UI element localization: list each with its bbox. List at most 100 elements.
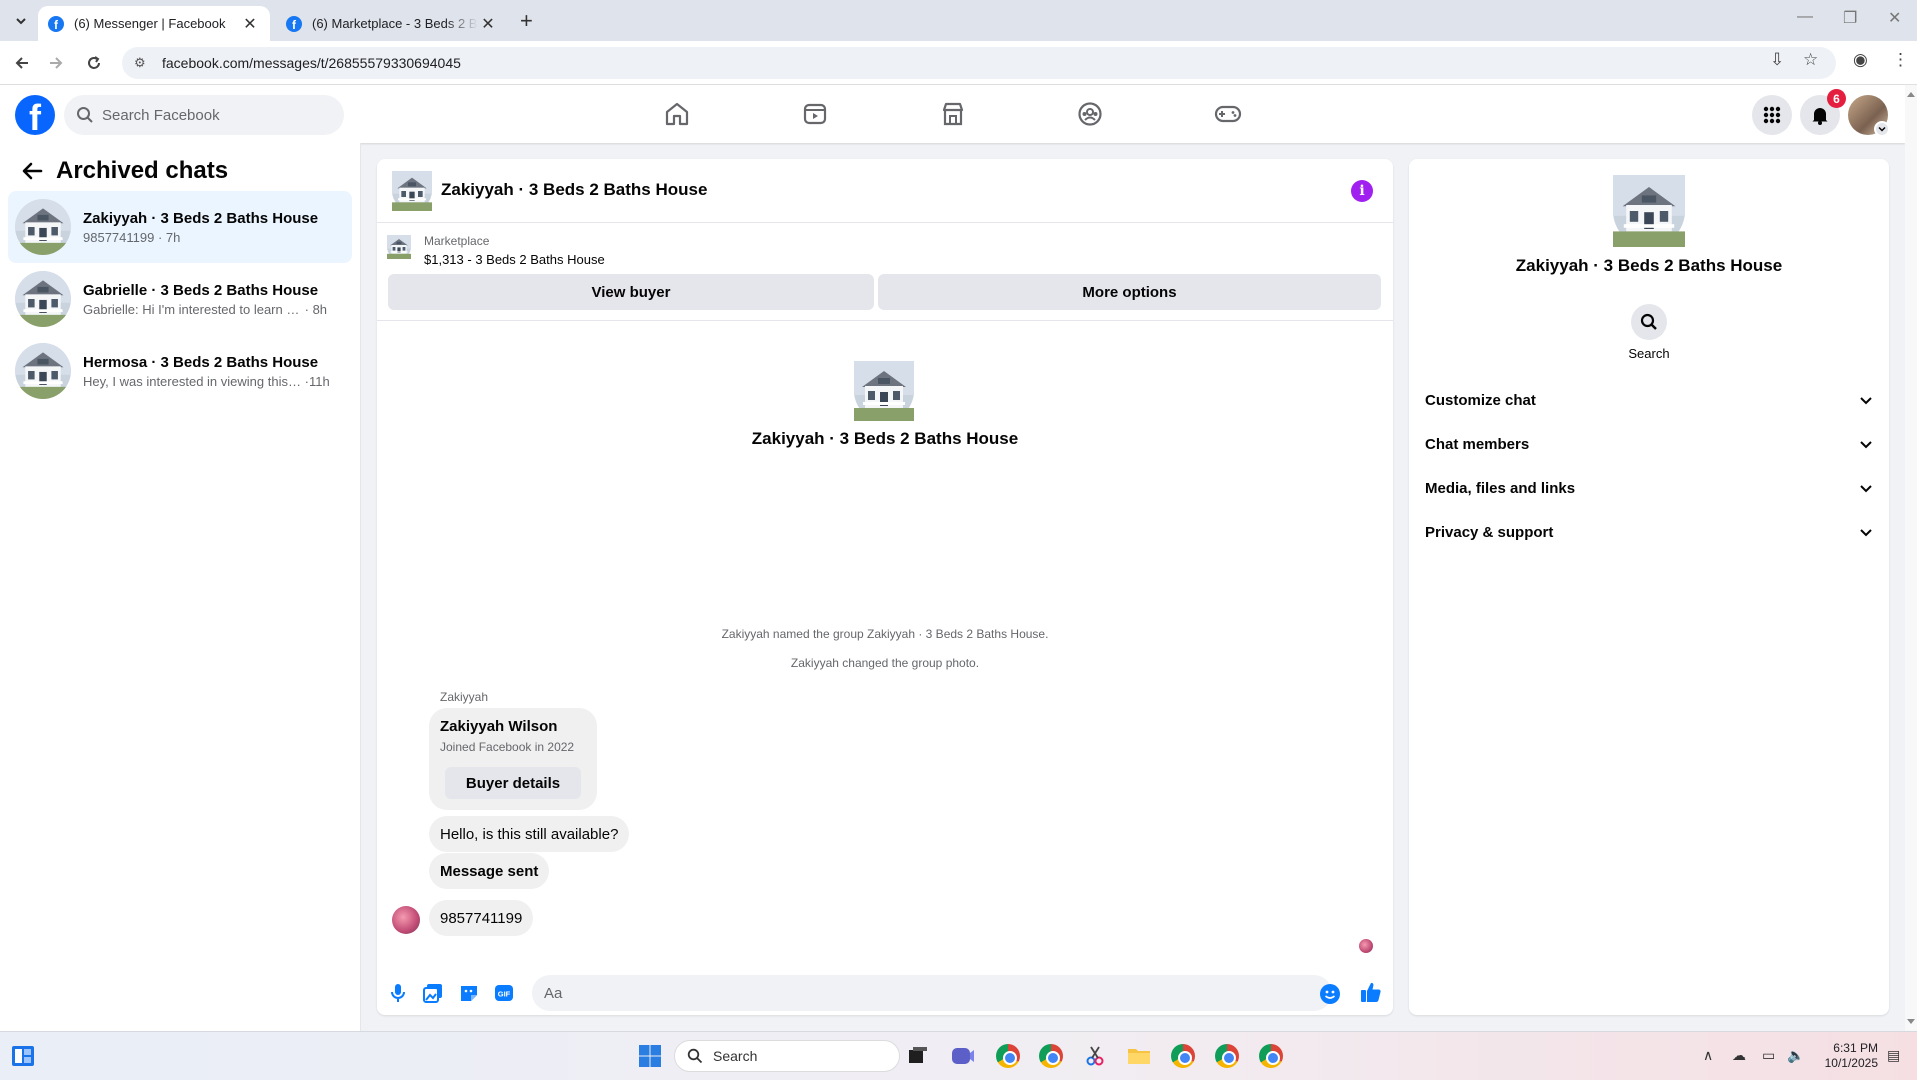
- file-explorer-button[interactable]: [1124, 1041, 1154, 1071]
- chrome-taskbar-4[interactable]: [1212, 1041, 1242, 1071]
- sticker-button[interactable]: [458, 982, 480, 1004]
- facebook-logo[interactable]: f: [15, 95, 55, 135]
- section-privacy-support[interactable]: Privacy & support: [1425, 514, 1873, 550]
- taskbar-search[interactable]: Search: [674, 1040, 900, 1072]
- svg-text:GIF: GIF: [498, 990, 511, 999]
- back-arrow-icon[interactable]: [20, 159, 44, 183]
- chrome-icon: [1039, 1044, 1063, 1068]
- nav-video[interactable]: [795, 94, 835, 134]
- section-customize-chat[interactable]: Customize chat: [1425, 382, 1873, 418]
- widgets-button[interactable]: [8, 1041, 38, 1071]
- message-input-wrapper[interactable]: [532, 975, 1332, 1011]
- sender-avatar[interactable]: [392, 906, 420, 934]
- menu-button[interactable]: [1752, 95, 1792, 135]
- install-app-icon[interactable]: ⇩: [1770, 50, 1784, 70]
- chrome-taskbar-5[interactable]: [1256, 1041, 1286, 1071]
- chrome-taskbar-1[interactable]: [993, 1041, 1023, 1071]
- group-photo-avatar[interactable]: [392, 171, 432, 211]
- chevron-down-icon: [1860, 529, 1872, 537]
- browser-menu-icon[interactable]: ⋮: [1892, 50, 1909, 70]
- buyer-name: Zakiyyah Wilson: [440, 718, 558, 735]
- chevron-down-icon: [1860, 397, 1872, 405]
- chrome-icon: [996, 1044, 1020, 1068]
- chat-item-gabrielle[interactable]: Gabrielle · 3 Beds 2 Baths House Gabriel…: [8, 263, 352, 335]
- browser-tab-messenger[interactable]: f (6) Messenger | Facebook ✕: [38, 6, 270, 41]
- conversation-intro-name: Zakiyyah · 3 Beds 2 Baths House: [751, 429, 1019, 448]
- profile-icon[interactable]: ◉: [1853, 50, 1868, 70]
- scroll-down-icon[interactable]: [1905, 1017, 1917, 1027]
- account-caret[interactable]: [1874, 121, 1890, 137]
- new-tab-button[interactable]: +: [520, 8, 533, 34]
- buyer-details-button[interactable]: Buyer details: [445, 767, 581, 799]
- notification-center-icon[interactable]: ▤: [1887, 1047, 1900, 1064]
- conversation-header: Zakiyyah · 3 Beds 2 Baths House i: [377, 159, 1393, 223]
- page-scrollbar[interactable]: [1905, 85, 1917, 1031]
- minimize-button[interactable]: —: [1797, 8, 1813, 26]
- message-bubble[interactable]: Hello, is this still available?: [429, 816, 630, 852]
- grid-menu-icon: [1763, 106, 1781, 124]
- bookmark-star-icon[interactable]: ☆: [1803, 50, 1818, 70]
- url-bar[interactable]: ⚙ facebook.com/messages/t/26855579330694…: [122, 47, 1836, 79]
- facebook-search-input[interactable]: [102, 106, 322, 124]
- message-bubble[interactable]: 9857741199: [429, 900, 534, 936]
- emoji-icon[interactable]: [1320, 984, 1340, 1004]
- notification-badge: 6: [1827, 89, 1846, 108]
- more-options-button[interactable]: More options: [878, 274, 1381, 310]
- site-info-icon[interactable]: ⚙: [134, 55, 150, 71]
- restore-button[interactable]: ❐: [1843, 8, 1857, 28]
- nav-home[interactable]: [657, 94, 697, 134]
- section-media-files-links[interactable]: Media, files and links: [1425, 470, 1873, 506]
- video-icon: [803, 103, 827, 125]
- chrome-taskbar-2[interactable]: [1036, 1041, 1066, 1071]
- listing-thumbnail[interactable]: [387, 235, 411, 259]
- listing-title[interactable]: $1,313 - 3 Beds 2 Baths House: [424, 252, 605, 267]
- close-tab-icon[interactable]: ✕: [478, 14, 498, 34]
- facebook-search-box[interactable]: [64, 95, 344, 135]
- task-view-button[interactable]: [903, 1041, 933, 1071]
- sticker-icon: [461, 986, 477, 1001]
- info-icon[interactable]: i: [1351, 180, 1373, 202]
- forward-button[interactable]: [44, 51, 68, 75]
- tray-overflow-icon[interactable]: ∧: [1703, 1047, 1713, 1064]
- onedrive-icon[interactable]: ☁: [1732, 1047, 1746, 1064]
- network-icon[interactable]: ▭: [1762, 1047, 1775, 1064]
- volume-icon[interactable]: 🔈: [1787, 1047, 1804, 1064]
- voice-clip-button[interactable]: [387, 982, 409, 1004]
- conversation-title[interactable]: Zakiyyah · 3 Beds 2 Baths House: [441, 180, 707, 200]
- reload-button[interactable]: [82, 51, 106, 75]
- tab-search-button[interactable]: [10, 10, 32, 32]
- attach-media-button[interactable]: [422, 982, 444, 1004]
- message-input[interactable]: [544, 984, 1284, 1002]
- snipping-tool-button[interactable]: [1080, 1041, 1110, 1071]
- message-bubble[interactable]: Message sent: [429, 853, 550, 889]
- photo-icon: [423, 984, 442, 1003]
- address-bar-row: ⚙ facebook.com/messages/t/26855579330694…: [0, 41, 1917, 85]
- browser-tab-marketplace[interactable]: f (6) Marketplace - 3 Beds 2 Bath ✕: [276, 6, 508, 41]
- view-buyer-button[interactable]: View buyer: [388, 274, 874, 310]
- gif-icon: GIF: [495, 985, 513, 1001]
- search-icon: [687, 1048, 703, 1064]
- chat-item-zakiyyah[interactable]: Zakiyyah · 3 Beds 2 Baths House 98577411…: [8, 191, 352, 263]
- section-label: Chat members: [1425, 435, 1530, 453]
- search-in-conversation-button[interactable]: [1631, 304, 1667, 340]
- chat-time: 11h: [308, 373, 330, 389]
- teams-button[interactable]: [948, 1041, 978, 1071]
- back-button[interactable]: [10, 51, 34, 75]
- marketplace-label: Marketplace: [424, 234, 490, 248]
- section-label: Privacy & support: [1425, 523, 1554, 541]
- taskbar-search-label: Search: [713, 1048, 758, 1064]
- start-button[interactable]: [635, 1041, 665, 1071]
- clock[interactable]: 6:31 PM 10/1/2025: [1818, 1041, 1878, 1071]
- chat-item-hermosa[interactable]: Hermosa · 3 Beds 2 Baths House Hey, I wa…: [8, 335, 352, 407]
- nav-groups[interactable]: [1070, 94, 1110, 134]
- gif-button[interactable]: GIF: [493, 982, 515, 1004]
- nav-marketplace[interactable]: [933, 94, 973, 134]
- section-label: Customize chat: [1425, 391, 1536, 409]
- nav-gaming[interactable]: [1208, 94, 1248, 134]
- scroll-up-icon[interactable]: [1905, 89, 1917, 99]
- close-window-button[interactable]: ✕: [1888, 8, 1901, 28]
- like-button[interactable]: [1360, 981, 1382, 1003]
- section-chat-members[interactable]: Chat members: [1425, 426, 1873, 462]
- close-tab-icon[interactable]: ✕: [240, 14, 260, 34]
- chrome-taskbar-3[interactable]: [1168, 1041, 1198, 1071]
